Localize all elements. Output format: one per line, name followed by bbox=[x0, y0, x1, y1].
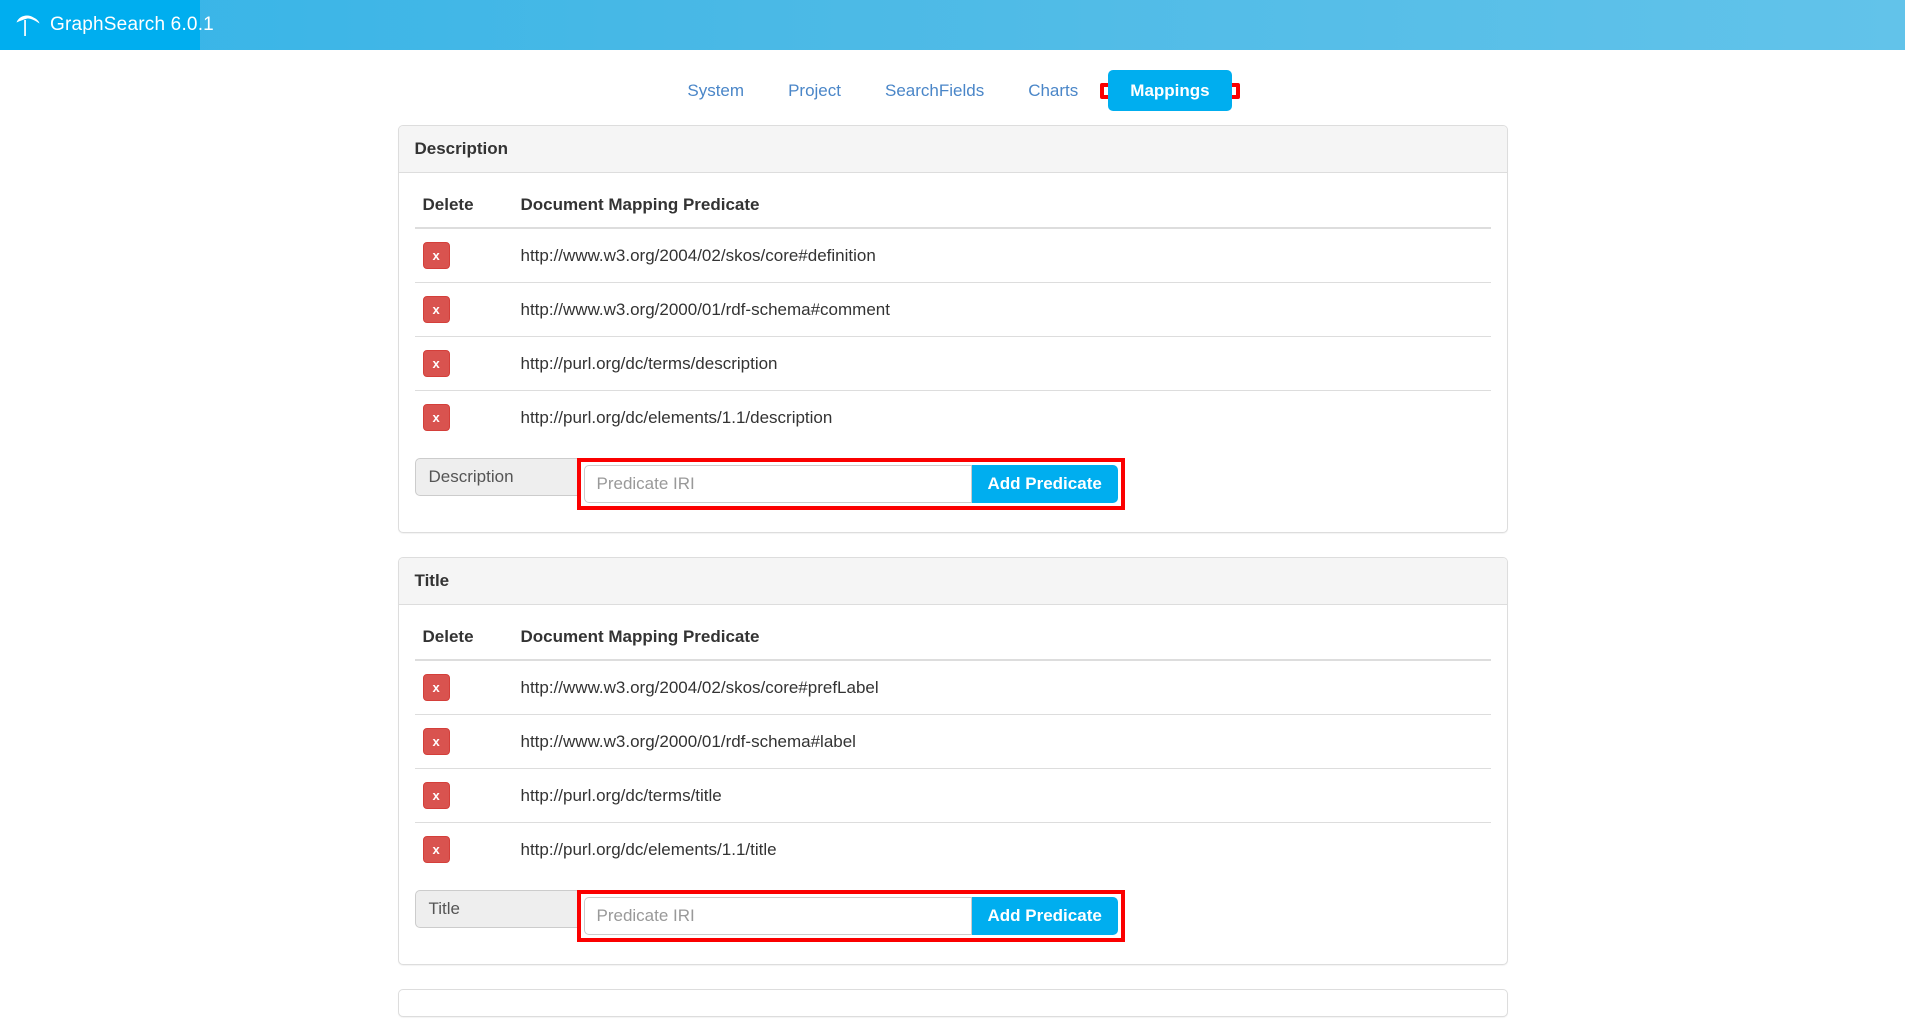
table-row: x http://www.w3.org/2000/01/rdf-schema#l… bbox=[414, 714, 1491, 769]
table-row: x http://www.w3.org/2004/02/skos/core#de… bbox=[415, 228, 1491, 283]
predicate-cell: http://purl.org/dc/terms/description bbox=[512, 336, 1491, 391]
add-predicate-button[interactable]: Add Predicate bbox=[971, 465, 1118, 503]
add-predicate-input-group: Title Add Predicate bbox=[414, 890, 1125, 942]
delete-button[interactable]: x bbox=[422, 674, 450, 701]
add-predicate-row-title: Title Add Predicate bbox=[414, 876, 1491, 964]
add-predicate-input-group: Description Add Predicate bbox=[414, 458, 1125, 510]
predicate-cell: http://www.w3.org/2000/01/rdf-schema#lab… bbox=[512, 714, 1491, 769]
predicate-cell: http://purl.org/dc/elements/1.1/descript… bbox=[512, 390, 1491, 444]
mapping-table-title: Delete Document Mapping Predicate x http… bbox=[414, 605, 1491, 876]
predicate-cell: http://www.w3.org/2000/01/rdf-schema#com… bbox=[512, 282, 1491, 337]
delete-cell: x bbox=[414, 282, 513, 337]
table-row: x http://purl.org/dc/terms/title bbox=[414, 768, 1491, 823]
table-row: x http://purl.org/dc/elements/1.1/title bbox=[414, 822, 1491, 876]
predicate-cell: http://www.w3.org/2004/02/skos/core#defi… bbox=[520, 245, 876, 265]
panel-heading-description: Description bbox=[398, 126, 1507, 173]
delete-cell: x bbox=[414, 768, 513, 823]
add-predicate-highlight: Add Predicate bbox=[576, 458, 1125, 510]
delete-cell: x bbox=[414, 390, 513, 444]
delete-cell: x bbox=[414, 822, 513, 876]
nav-tabs-wrap: System Project SearchFields Charts Mappi… bbox=[0, 70, 1905, 112]
table-header-row: Delete Document Mapping Predicate bbox=[414, 173, 1491, 229]
table-row: x http://purl.org/dc/terms/description bbox=[414, 336, 1491, 391]
brand-title: GraphSearch 6.0.1 bbox=[50, 14, 214, 35]
table-row: x http://purl.org/dc/elements/1.1/descri… bbox=[414, 390, 1491, 444]
panel-body-title: Delete Document Mapping Predicate x http… bbox=[399, 605, 1507, 964]
delete-button[interactable]: x bbox=[422, 836, 450, 863]
column-header-predicate: Document Mapping Predicate bbox=[512, 173, 1491, 229]
delete-button[interactable]: x bbox=[422, 404, 450, 431]
main-container: Description Delete Document Mapping Pred… bbox=[397, 125, 1508, 1017]
mapping-table-description: Delete Document Mapping Predicate x http… bbox=[414, 173, 1491, 444]
predicate-cell: http://purl.org/dc/terms/title bbox=[512, 768, 1491, 823]
delete-cell: x bbox=[415, 228, 513, 283]
top-navbar: GraphSearch 6.0.1 bbox=[0, 0, 1905, 50]
predicate-iri-input[interactable] bbox=[583, 465, 972, 503]
brand-block[interactable]: GraphSearch 6.0.1 bbox=[0, 0, 214, 50]
delete-button[interactable]: x bbox=[422, 296, 450, 323]
delete-cell: x bbox=[415, 660, 513, 715]
panel-title: Title Delete Document Mapping Predicate … bbox=[397, 557, 1508, 965]
table-header-row: Delete Document Mapping Predicate bbox=[414, 605, 1491, 661]
table-row: x http://www.w3.org/2004/02/skos/core#pr… bbox=[415, 660, 1491, 715]
predicate-cell: http://www.w3.org/2004/02/skos/core#pref… bbox=[520, 677, 879, 697]
panel-body-description: Delete Document Mapping Predicate x http… bbox=[399, 173, 1507, 532]
delete-cell: x bbox=[414, 714, 513, 769]
panel-footer-strip bbox=[397, 989, 1508, 1017]
nav-tabs: System Project SearchFields Charts Mappi… bbox=[665, 70, 1240, 112]
tab-system[interactable]: System bbox=[665, 70, 766, 112]
tab-charts[interactable]: Charts bbox=[1006, 70, 1100, 112]
tab-searchfields[interactable]: SearchFields bbox=[863, 70, 1006, 112]
table-row: x http://www.w3.org/2000/01/rdf-schema#c… bbox=[414, 282, 1491, 337]
umbrella-icon bbox=[14, 11, 42, 39]
column-header-delete: Delete bbox=[414, 173, 513, 229]
tab-project[interactable]: Project bbox=[766, 70, 863, 112]
add-predicate-highlight: Add Predicate bbox=[576, 890, 1125, 942]
delete-cell: x bbox=[414, 336, 513, 391]
predicate-cell: http://purl.org/dc/elements/1.1/title bbox=[512, 822, 1491, 876]
input-addon-label: Description bbox=[414, 458, 585, 496]
column-header-delete: Delete bbox=[414, 605, 513, 661]
add-predicate-button[interactable]: Add Predicate bbox=[971, 897, 1118, 935]
tab-mappings[interactable]: Mappings bbox=[1108, 70, 1232, 111]
input-addon-label: Title bbox=[414, 890, 585, 928]
panel-heading-title: Title bbox=[398, 558, 1507, 605]
delete-button[interactable]: x bbox=[422, 242, 450, 269]
add-predicate-row-description: Description Add Predicate bbox=[414, 444, 1491, 532]
mappings-tab-highlight: Mappings bbox=[1100, 70, 1240, 111]
panel-description: Description Delete Document Mapping Pred… bbox=[397, 125, 1508, 533]
delete-button[interactable]: x bbox=[422, 728, 450, 755]
delete-button[interactable]: x bbox=[422, 350, 450, 377]
predicate-iri-input[interactable] bbox=[583, 897, 972, 935]
column-header-predicate: Document Mapping Predicate bbox=[512, 605, 1491, 661]
delete-button[interactable]: x bbox=[422, 782, 450, 809]
